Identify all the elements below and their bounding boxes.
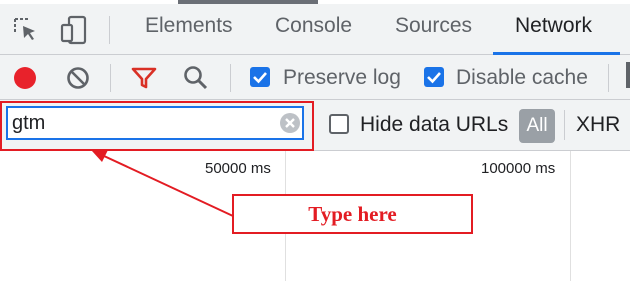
annotation-callout: Type here bbox=[232, 194, 473, 234]
annotation-arrow bbox=[92, 150, 234, 217]
